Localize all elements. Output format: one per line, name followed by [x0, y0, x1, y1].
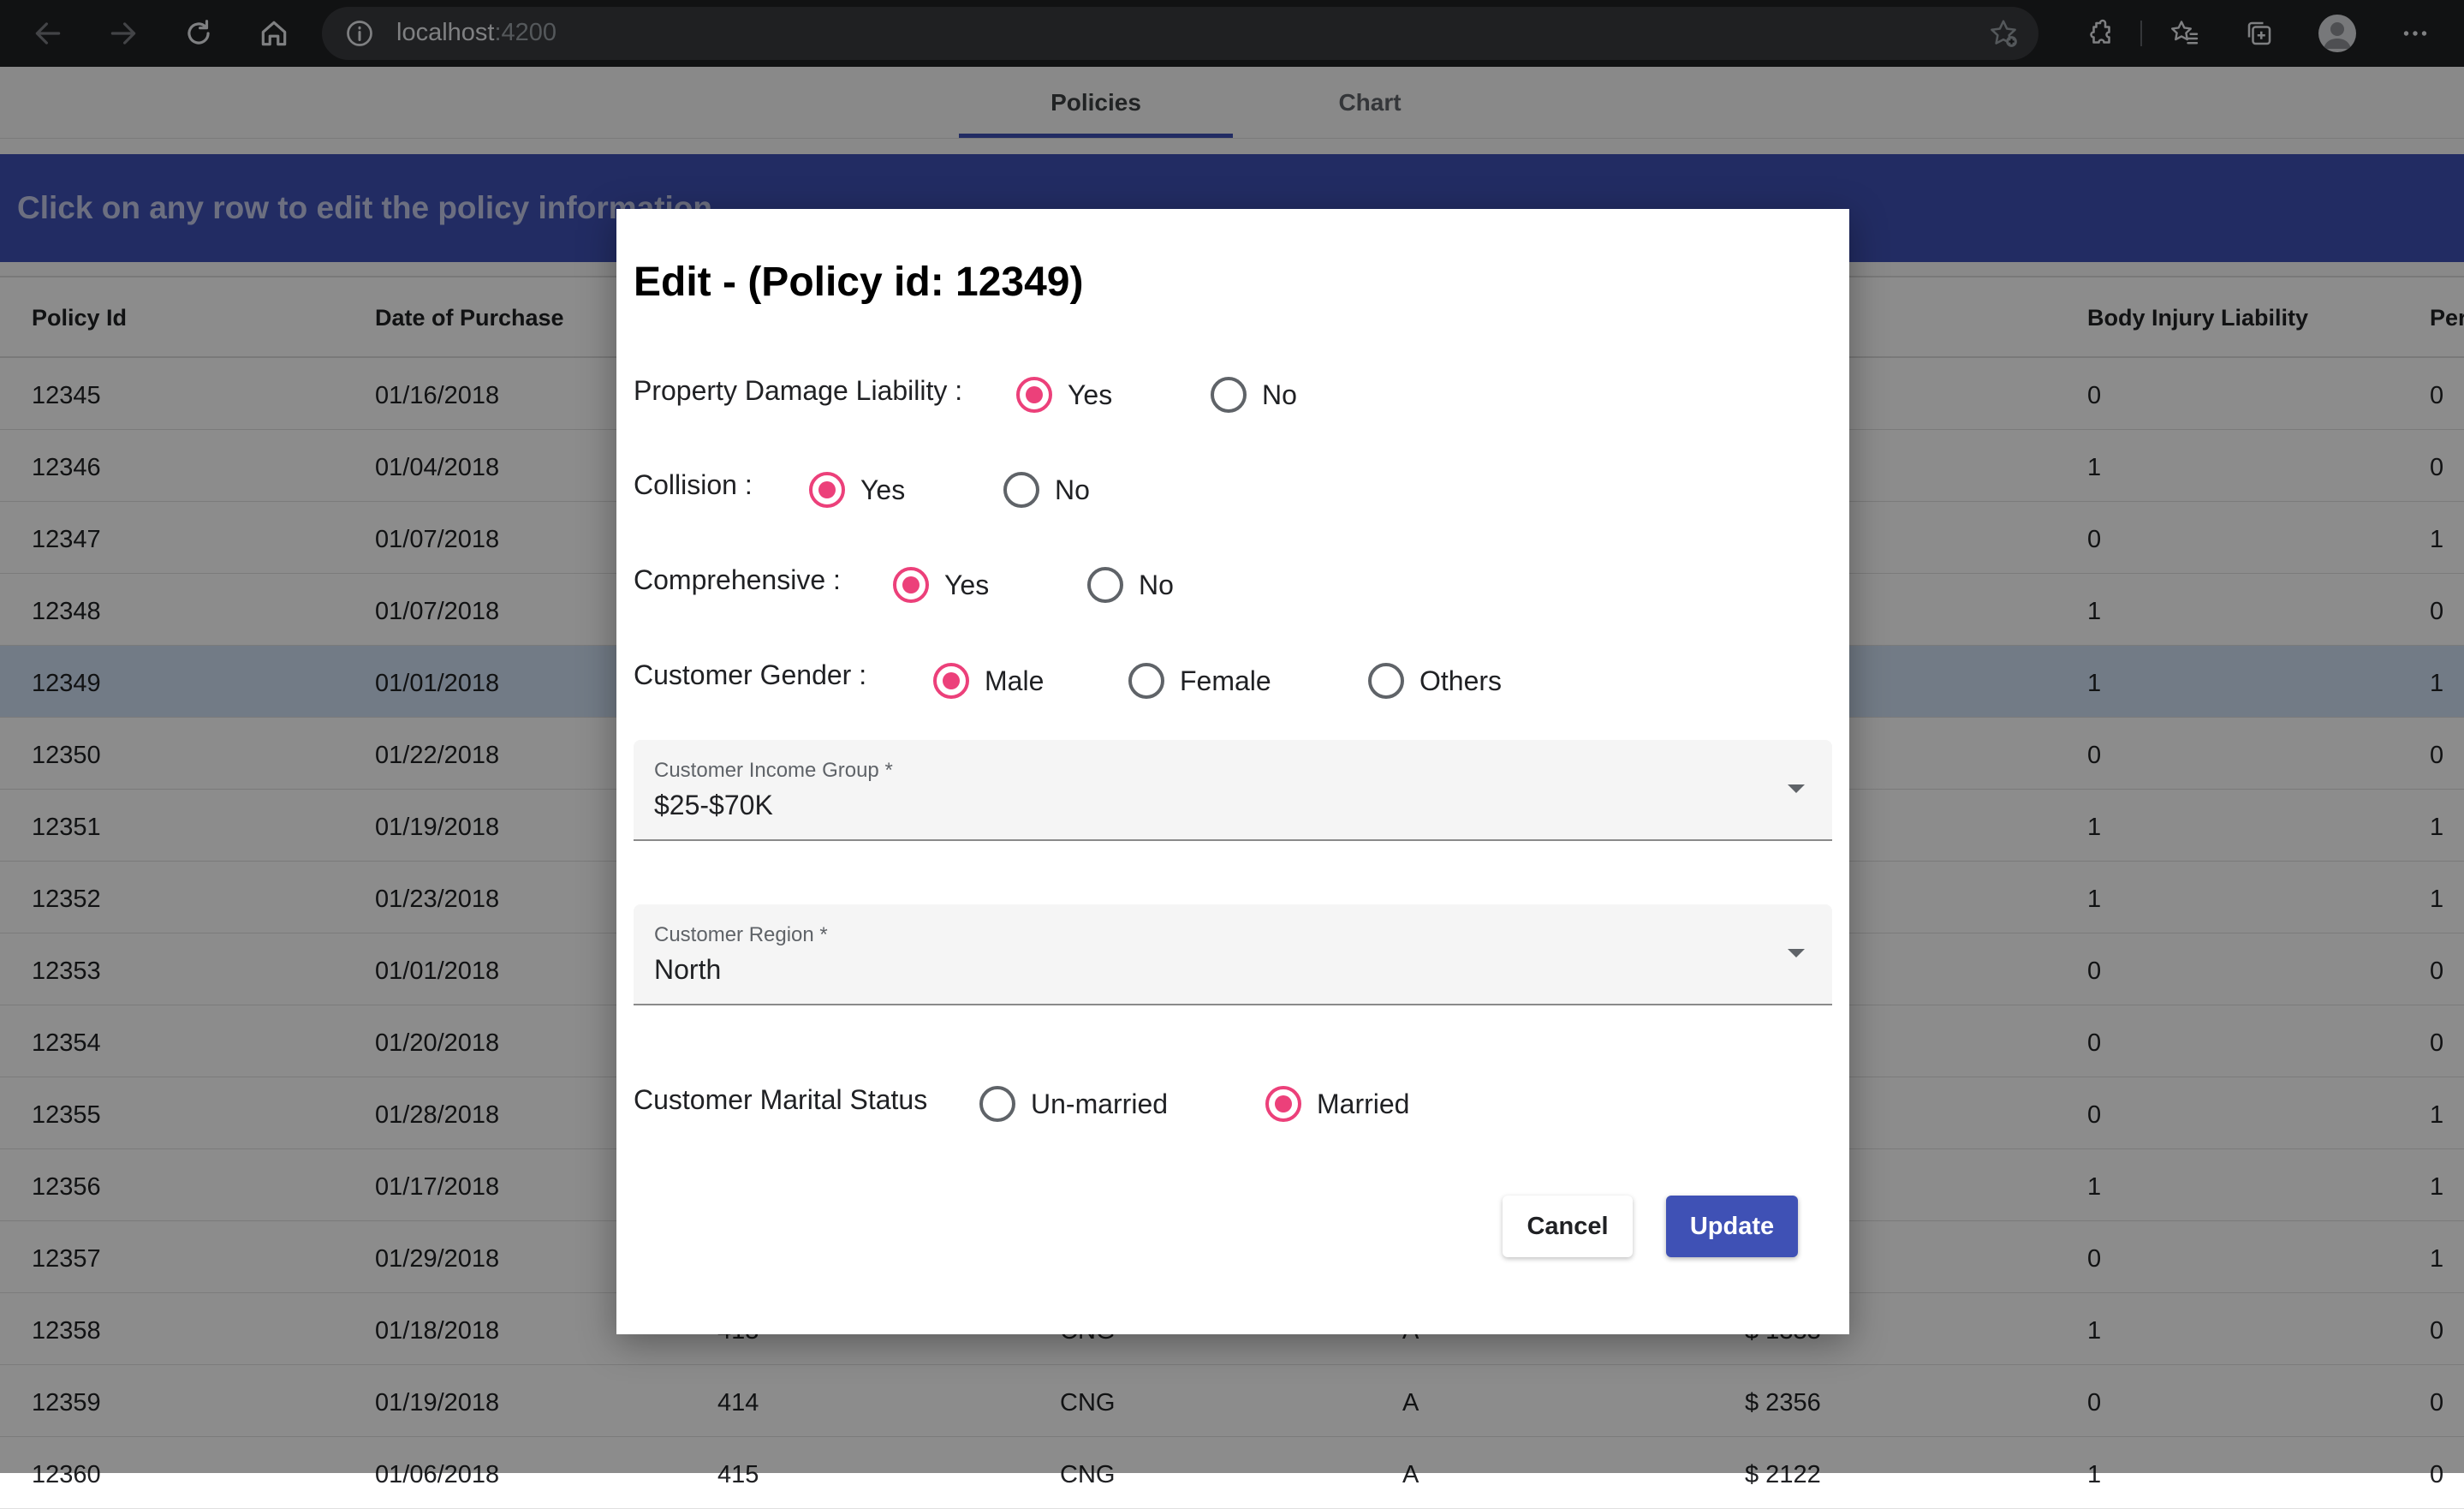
- income-group-select-value: $25-$70K: [654, 790, 773, 820]
- radio-circle: [809, 472, 845, 508]
- radio-label: No: [1139, 569, 1174, 600]
- dialog-title: Edit - (Policy id: 12349): [634, 259, 1084, 305]
- radio-label: Yes: [1068, 379, 1113, 410]
- radio-label: Yes: [860, 474, 906, 505]
- radio-label: Married: [1317, 1088, 1410, 1119]
- radio-label: No: [1262, 379, 1297, 410]
- radio-label: Yes: [944, 569, 990, 600]
- update-button[interactable]: Update: [1666, 1196, 1798, 1257]
- radio-circle: [1016, 377, 1052, 413]
- collision-no-radio[interactable]: No: [1003, 472, 1090, 508]
- income-group-select[interactable]: Customer Income Group * $25-$70K: [634, 740, 1832, 841]
- chevron-down-icon: [1788, 784, 1805, 793]
- radio-circle: [979, 1086, 1015, 1122]
- chevron-down-icon: [1788, 949, 1805, 957]
- region-select-value: North: [654, 954, 722, 985]
- property-damage-no-radio[interactable]: No: [1211, 377, 1297, 413]
- radio-label: Others: [1419, 665, 1503, 696]
- gender-label: Customer Gender :: [634, 659, 867, 690]
- income-group-select-label: Customer Income Group *: [654, 759, 893, 782]
- radio-circle: [1265, 1086, 1301, 1122]
- gender-female-radio[interactable]: Female: [1128, 663, 1271, 699]
- radio-circle: [1368, 663, 1404, 699]
- property-damage-label: Property Damage Liability :: [634, 375, 963, 406]
- radio-circle: [1087, 567, 1123, 603]
- marital-status-label: Customer Marital Status: [634, 1084, 928, 1115]
- radio-circle: [1003, 472, 1039, 508]
- radio-circle: [893, 567, 929, 603]
- radio-label: Un-married: [1031, 1088, 1169, 1119]
- gender-male-radio[interactable]: Male: [933, 663, 1044, 699]
- cancel-button[interactable]: Cancel: [1503, 1196, 1633, 1257]
- edit-policy-dialog: Edit - (Policy id: 12349) Property Damag…: [616, 209, 1849, 1334]
- gender-others-radio[interactable]: Others: [1368, 663, 1502, 699]
- radio-label: Female: [1180, 665, 1271, 696]
- marital-married-radio[interactable]: Married: [1265, 1086, 1409, 1122]
- marital-unmarried-radio[interactable]: Un-married: [979, 1086, 1168, 1122]
- region-select[interactable]: Customer Region * North: [634, 904, 1832, 1005]
- collision-yes-radio[interactable]: Yes: [809, 472, 905, 508]
- radio-label: No: [1055, 474, 1090, 505]
- radio-circle: [933, 663, 969, 699]
- region-select-label: Customer Region *: [654, 923, 828, 946]
- radio-circle: [1211, 377, 1247, 413]
- collision-label: Collision :: [634, 469, 753, 500]
- radio-label: Male: [985, 665, 1045, 696]
- comprehensive-no-radio[interactable]: No: [1087, 567, 1174, 603]
- property-damage-yes-radio[interactable]: Yes: [1016, 377, 1112, 413]
- comprehensive-label: Comprehensive :: [634, 564, 841, 595]
- radio-circle: [1128, 663, 1164, 699]
- comprehensive-yes-radio[interactable]: Yes: [893, 567, 989, 603]
